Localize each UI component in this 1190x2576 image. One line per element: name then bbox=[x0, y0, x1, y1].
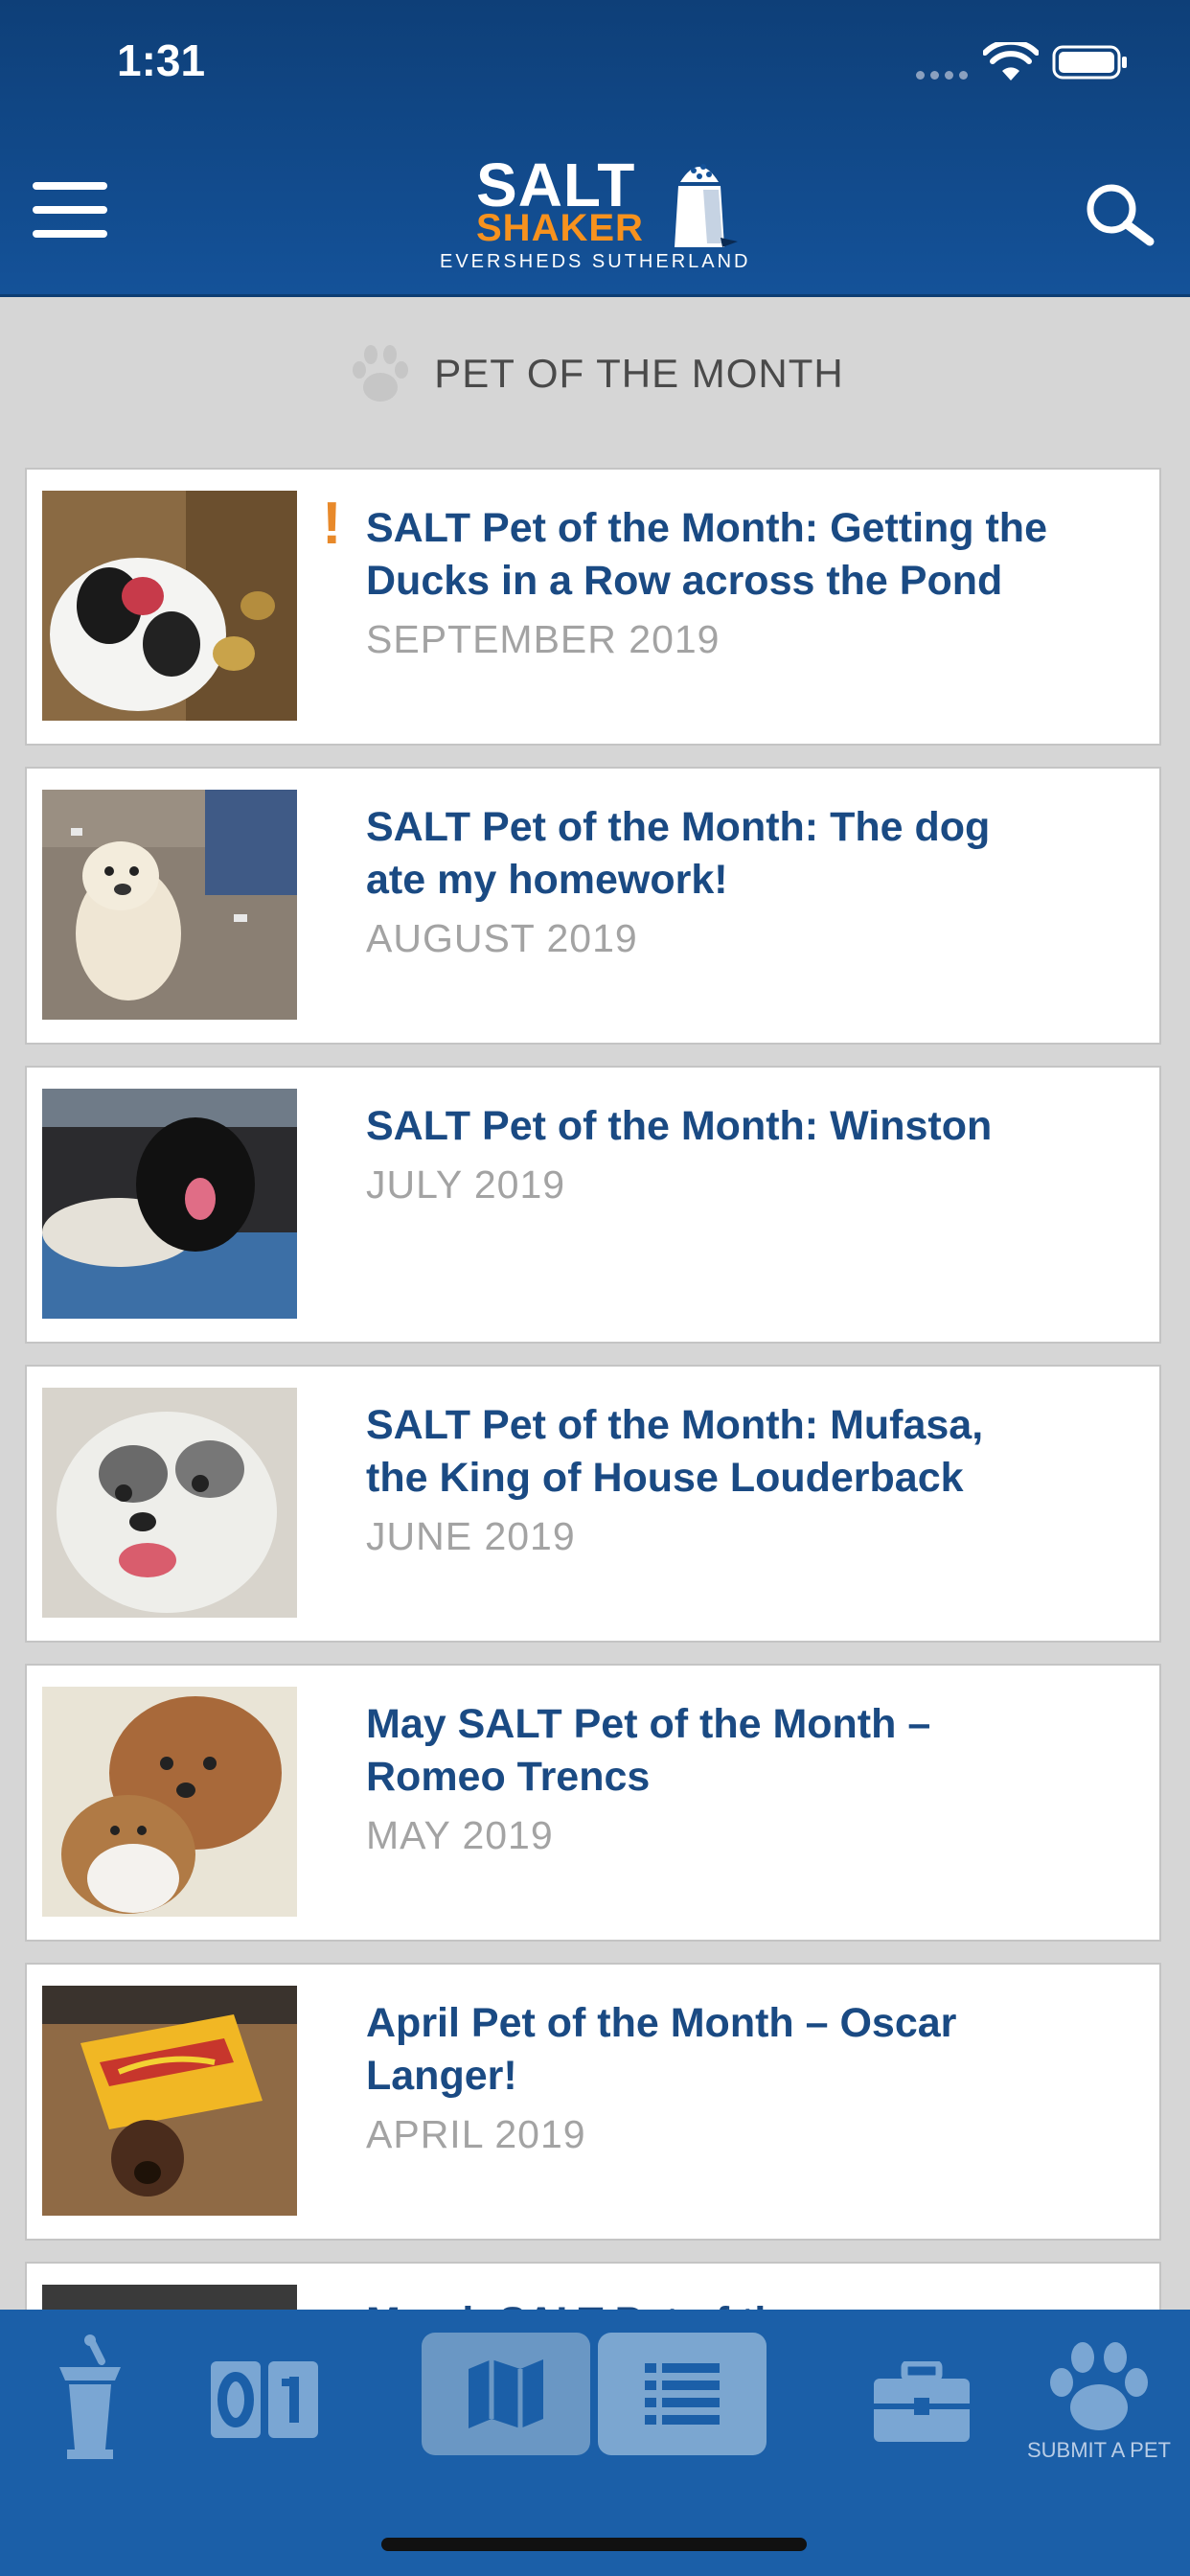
submit-a-pet-button[interactable]: SUBMIT A PET bbox=[1019, 2338, 1179, 2472]
salt-shaker-icon bbox=[675, 164, 738, 247]
list-item[interactable]: ! SALT Pet of the Month: Getting the Duc… bbox=[25, 468, 1161, 746]
map-view-button[interactable] bbox=[422, 2333, 590, 2455]
podium-icon[interactable] bbox=[42, 2333, 138, 2463]
dog-photo bbox=[42, 790, 297, 1020]
home-indicator[interactable] bbox=[381, 2538, 807, 2551]
logo-subtitle: EVERSHEDS SUTHERLAND bbox=[440, 251, 751, 272]
article-date: APRIL 2019 bbox=[366, 2112, 586, 2156]
briefcase-icon[interactable] bbox=[872, 2361, 972, 2444]
salt-shaker-logo: SALT SHAKER EVERSHEDS SUTHERLAND bbox=[436, 144, 762, 278]
article-title-text: SALT Pet of the Month: The dog ate my ho… bbox=[366, 804, 991, 903]
wifi-icon bbox=[983, 42, 1039, 80]
article-date: JULY 2019 bbox=[366, 1162, 566, 1207]
episodes-counter-icon[interactable] bbox=[209, 2358, 320, 2442]
list-item[interactable]: SALT Pet of the Month: The dog ate my ho… bbox=[25, 767, 1161, 1045]
article-date: AUGUST 2019 bbox=[366, 916, 638, 960]
duck-photo bbox=[42, 491, 297, 721]
app-header: 1:31 SALT SHAKER EVERSHEDS SUTHERLAND bbox=[0, 0, 1190, 297]
article-title-text: May SALT Pet of the Month – Romeo Trencs bbox=[366, 1701, 931, 1800]
bottom-tab-bar: SUBMIT A PET bbox=[0, 2310, 1190, 2576]
status-time: 1:31 bbox=[117, 35, 206, 85]
article-date: MAY 2019 bbox=[366, 1813, 554, 1857]
dog-photo bbox=[42, 1089, 297, 1319]
article-list: ! SALT Pet of the Month: Getting the Duc… bbox=[25, 468, 1161, 2561]
list-item[interactable]: SALT Pet of the Month: Mufasa, the King … bbox=[25, 1365, 1161, 1643]
list-view-button[interactable] bbox=[598, 2333, 767, 2455]
dog-photo bbox=[42, 1986, 297, 2216]
cellular-signal-icon bbox=[916, 71, 968, 80]
article-date: SEPTEMBER 2019 bbox=[366, 617, 721, 661]
alert-icon: ! bbox=[322, 491, 342, 557]
list-icon bbox=[645, 2363, 720, 2425]
article-title-text: SALT Pet of the Month: Winston bbox=[366, 1103, 993, 1149]
section-title: PET OF THE MONTH bbox=[434, 351, 844, 396]
status-bar: 1:31 bbox=[0, 0, 1190, 125]
dog-photo bbox=[42, 1388, 297, 1618]
article-title: SALT Pet of the Month: Winston JULY 2019 bbox=[366, 1100, 1056, 1211]
article-title: April Pet of the Month – Oscar Langer! A… bbox=[366, 1997, 1056, 2161]
list-item[interactable]: April Pet of the Month – Oscar Langer! A… bbox=[25, 1963, 1161, 2241]
paw-icon bbox=[353, 345, 409, 402]
hamburger-menu-icon[interactable] bbox=[33, 182, 109, 240]
search-icon[interactable] bbox=[1081, 180, 1159, 247]
view-toggle bbox=[422, 2333, 767, 2455]
article-title: SALT Pet of the Month: Getting the Ducks… bbox=[366, 502, 1056, 666]
article-title: May SALT Pet of the Month – Romeo Trencs… bbox=[366, 1698, 1056, 1862]
submit-a-pet-label: SUBMIT A PET bbox=[1027, 2438, 1171, 2462]
logo-shaker-text: SHAKER bbox=[476, 207, 644, 249]
article-title: SALT Pet of the Month: The dog ate my ho… bbox=[366, 801, 1056, 965]
battery-icon bbox=[1052, 45, 1127, 80]
article-title-text: April Pet of the Month – Oscar Langer! bbox=[366, 2000, 957, 2099]
article-title-text: SALT Pet of the Month: Mufasa, the King … bbox=[366, 1402, 984, 1501]
section-header: PET OF THE MONTH bbox=[0, 316, 1190, 431]
list-item[interactable]: May SALT Pet of the Month – Romeo Trencs… bbox=[25, 1664, 1161, 1942]
paw-icon bbox=[1050, 2342, 1148, 2430]
article-title-text: SALT Pet of the Month: Getting the Ducks… bbox=[366, 505, 1047, 604]
article-date: JUNE 2019 bbox=[366, 1514, 576, 1558]
dog-photo bbox=[42, 1687, 297, 1917]
counter-icon bbox=[211, 2361, 318, 2438]
map-icon bbox=[469, 2359, 543, 2428]
article-title: SALT Pet of the Month: Mufasa, the King … bbox=[366, 1399, 1056, 1563]
list-item[interactable]: SALT Pet of the Month: Winston JULY 2019 bbox=[25, 1066, 1161, 1344]
